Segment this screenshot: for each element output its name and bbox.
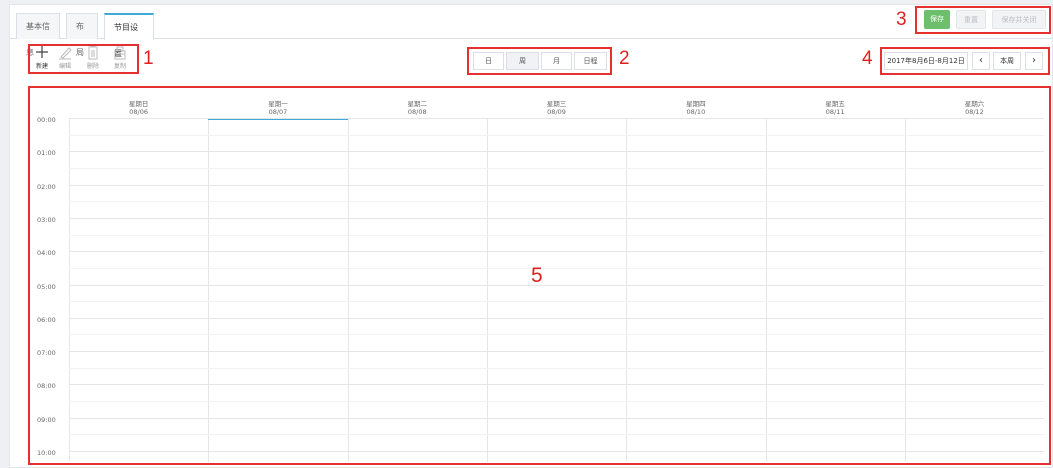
annotation-label-2: 2 <box>619 48 630 69</box>
annotation-box-3 <box>915 6 1051 34</box>
annotation-label-1: 1 <box>143 48 154 69</box>
annotation-box-4 <box>880 47 1050 75</box>
annotation-label-5: 5 <box>531 264 543 287</box>
tab-basic-info[interactable]: 基本信息 <box>16 13 60 57</box>
annotation-box-1 <box>28 44 139 74</box>
annotation-box-2 <box>467 47 612 75</box>
annotation-label-3: 3 <box>896 9 907 30</box>
annotation-label-4: 4 <box>862 48 873 69</box>
tab-program-settings[interactable]: 节目设置 <box>104 13 154 58</box>
tab-layout[interactable]: 布局 <box>66 13 98 57</box>
